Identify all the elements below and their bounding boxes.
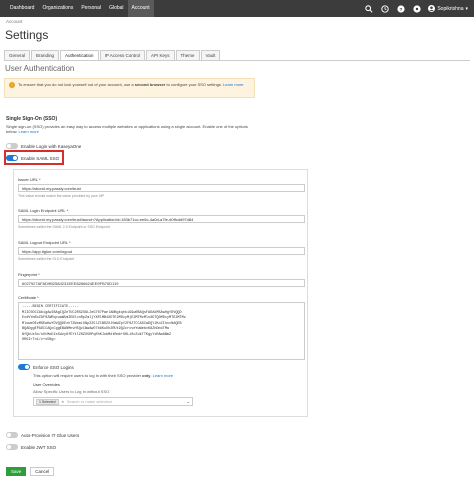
jwt-toggle[interactable] — [6, 444, 18, 450]
auto-provision-label: Auto-Provision IT Glue Users — [21, 432, 80, 438]
jwt-toggle-row: Enable JWT SSO — [6, 444, 56, 450]
certificate-label: Certificate * — [18, 295, 39, 300]
tab-theme[interactable]: Theme — [175, 50, 200, 60]
tab-ip-access-control[interactable]: IP Access Control — [99, 50, 145, 60]
issuer-hint: This value should match the value provid… — [18, 194, 104, 198]
sso-learn-more-link[interactable]: Learn more — [18, 129, 38, 134]
breadcrumb[interactable]: Account — [6, 19, 22, 24]
kaseya-toggle-label: Enable Login with KaseyaOne — [21, 143, 82, 149]
fingerprint-input[interactable]: 6027927AFAD9B2584231EEE8266624EE9FB70D11… — [18, 279, 305, 287]
logout-endpoint-field: SAML Logout Endpoint URL * https://app.i… — [18, 240, 305, 261]
search-icon[interactable] — [364, 4, 373, 13]
user-overrides-title: User Overrides — [33, 382, 60, 387]
nav-personal[interactable]: Personal — [77, 0, 105, 17]
warning-alert: ! To ensure that you do not lock yoursel… — [4, 78, 255, 98]
clear-icon[interactable]: × — [62, 399, 64, 404]
select-placeholder: Search or make selection — [66, 399, 113, 404]
auto-provision-toggle[interactable] — [6, 432, 18, 438]
logout-endpoint-input[interactable]: https://app.itglue.com/logout — [18, 247, 305, 255]
nav-global[interactable]: Global — [105, 0, 127, 17]
certificate-field: Certificate * -----BEGIN CERTIFICATE----… — [18, 295, 305, 360]
logout-endpoint-label: SAML Logout Endpoint URL * — [18, 240, 71, 245]
user-overrides-subtitle: Allow Specific Users to Log In without S… — [33, 389, 110, 394]
saml-toggle-label: Enable SAML SSO — [21, 155, 60, 161]
sso-heading: Single Sign-On (SSO) — [6, 116, 58, 122]
tab-authentication[interactable]: Authentication — [60, 50, 99, 60]
login-endpoint-hint: Sometimes called the SAML 2.0 Endpoint o… — [18, 225, 110, 229]
user-avatar-icon — [428, 5, 436, 12]
section-title: User Authentication — [5, 64, 75, 73]
login-endpoint-field: SAML Login Endpoint URL * https://sbond.… — [18, 208, 305, 229]
nav-account[interactable]: Account — [127, 0, 154, 17]
svg-text:?: ? — [399, 6, 402, 12]
warning-icon: ! — [9, 82, 15, 88]
certificate-textarea[interactable]: -----BEGIN CERTIFICATE----- MIIC0DCCAbig… — [18, 302, 305, 360]
form-actions: Save Cancel — [6, 467, 55, 476]
logout-endpoint-hint: Sometimes called the SLO Endpoint — [18, 257, 75, 261]
fingerprint-field: Fingerprint * 6027927AFAD9B2584231EEE826… — [18, 272, 305, 287]
saml-toggle-row: Enable SAML SSO — [6, 155, 59, 161]
kaseya-toggle[interactable] — [6, 143, 18, 149]
tab-vault[interactable]: Vault — [200, 50, 221, 60]
user-name: Sopikrishna — [437, 5, 464, 12]
nav-organizations[interactable]: Organizations — [38, 0, 77, 17]
enforce-sso-label: Enforce SSO Logins — [33, 364, 74, 370]
topbar-right-tools: ? Sopikrishna ▾ — [364, 0, 468, 17]
jwt-toggle-label: Enable JWT SSO — [21, 444, 57, 450]
page-title: Settings — [5, 28, 49, 42]
chevron-down-icon: ▾ — [465, 5, 468, 12]
selected-count-chip[interactable]: 1 Selected — [36, 398, 59, 405]
sso-description: Single sign-on (SSO) provides an easy wa… — [6, 124, 248, 134]
tab-general[interactable]: General — [4, 50, 31, 60]
auto-provision-toggle-row: Auto-Provision IT Glue Users — [6, 432, 79, 438]
saml-toggle[interactable] — [6, 155, 18, 161]
user-overrides: User Overrides Allow Specific Users to L… — [33, 382, 305, 406]
settings-tabs: General Branding Authentication IP Acces… — [4, 50, 470, 61]
user-overrides-select[interactable]: 1 Selected × Search or make selection ⌄ — [33, 397, 193, 406]
save-button[interactable]: Save — [6, 467, 27, 476]
enforce-learn-more-link[interactable]: Learn more — [153, 373, 173, 378]
issuer-field: Issuer URL * https://sbond.my.passly.com… — [18, 177, 305, 198]
cancel-button[interactable]: Cancel — [30, 467, 55, 476]
nav-dashboard[interactable]: Dashboard — [6, 0, 38, 17]
login-endpoint-label: SAML Login Endpoint URL * — [18, 208, 69, 213]
user-menu[interactable]: Sopikrishna ▾ — [428, 5, 468, 12]
enforce-sso-section: Enforce SSO Logins This option will requ… — [18, 364, 305, 406]
issuer-input[interactable]: https://sbond.my.passly.com/trust — [18, 184, 305, 192]
settings-icon[interactable] — [412, 4, 421, 13]
enforce-sso-toggle[interactable] — [18, 364, 30, 370]
alert-learn-more-link[interactable]: Learn more — [223, 82, 243, 87]
login-endpoint-input[interactable]: https://sbond.my.passly.com/trust/launch… — [18, 215, 305, 223]
fingerprint-label: Fingerprint * — [18, 272, 40, 277]
top-navigation-bar: Dashboard Organizations Personal Global … — [0, 0, 474, 17]
tab-api-keys[interactable]: API Keys — [146, 50, 175, 60]
clock-icon[interactable] — [380, 4, 389, 13]
issuer-label: Issuer URL * — [18, 177, 41, 182]
alert-text: To ensure that you do not lock yourself … — [18, 82, 244, 87]
help-icon[interactable]: ? — [396, 4, 405, 13]
tab-branding[interactable]: Branding — [31, 50, 60, 60]
chevron-down-icon[interactable]: ⌄ — [187, 399, 190, 404]
enforce-sso-description: This option will require users to log in… — [33, 373, 174, 378]
saml-settings-panel: Issuer URL * https://sbond.my.passly.com… — [13, 169, 308, 417]
kaseya-toggle-row: Enable Login with KaseyaOne — [6, 143, 81, 149]
